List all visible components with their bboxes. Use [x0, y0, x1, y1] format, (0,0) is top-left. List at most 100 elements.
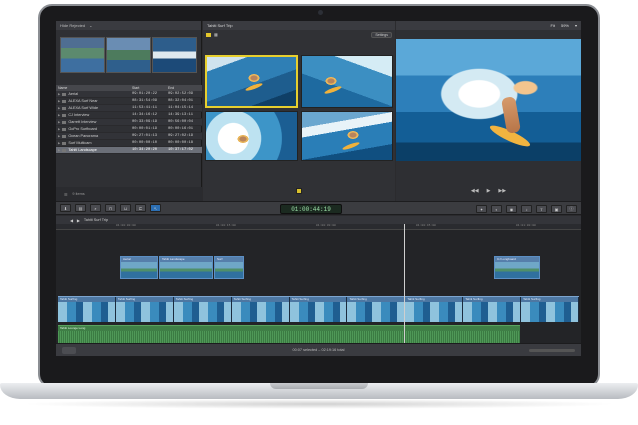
- titles-icon[interactable]: T: [536, 205, 547, 213]
- column-name[interactable]: Name: [58, 86, 132, 90]
- clip-name-cell: ▶ Ocean Panorama: [58, 134, 132, 138]
- filmstrip-frame[interactable]: [152, 37, 197, 73]
- timeline-index-button[interactable]: [62, 347, 76, 354]
- forward-icon[interactable]: ▶▶: [498, 188, 506, 194]
- clip-filmstrip: [215, 262, 243, 278]
- timecode-display[interactable]: 01:00:44:19: [280, 204, 342, 214]
- clip-filmstrip: [58, 302, 115, 322]
- filmstrip-frame[interactable]: [60, 37, 105, 73]
- clip-name: ALEXA Surf Wide: [68, 106, 99, 110]
- storyline-clip[interactable]: Tahiti Surfing: [347, 297, 406, 322]
- forward-nav-icon[interactable]: ▶: [77, 218, 80, 223]
- disclosure-triangle-icon[interactable]: ▶: [58, 120, 60, 124]
- keyword-icon[interactable]: [296, 188, 302, 194]
- zoom-slider[interactable]: [529, 349, 575, 352]
- clip-start: 10:34:20:20: [132, 148, 158, 152]
- view-options-icon[interactable]: ▾: [575, 23, 577, 28]
- ruler-tick: 01:00:00:00: [116, 224, 136, 227]
- status-text: 00:07 selected – 02:19:16 total: [292, 348, 345, 352]
- playhead[interactable]: [404, 224, 405, 343]
- disclosure-triangle-icon[interactable]: ▶: [58, 106, 60, 110]
- event-title: Tahiti Surf Trip: [207, 23, 233, 28]
- clip-thumbnail[interactable]: [300, 55, 393, 108]
- storyline-clip[interactable]: Tahiti Surfing: [58, 297, 116, 322]
- clip-name-cell: ▶ ALEXA Surf Near: [58, 99, 132, 103]
- ruler-tick: 01:00:30:00: [316, 224, 336, 227]
- storyline-clip[interactable]: Tahiti Surfing: [115, 297, 174, 322]
- storyline-clip[interactable]: Tahiti Surfing: [173, 297, 232, 322]
- clip-list-row[interactable]: ▶ Surf Multicam 00:00:00:10 00:00:00:18: [56, 140, 202, 147]
- viewer-frame[interactable]: [396, 39, 581, 161]
- disclosure-triangle-icon[interactable]: ▶: [58, 127, 60, 131]
- storyline-clip[interactable]: Tahiti Surfing: [405, 297, 464, 322]
- hide-rejected-label[interactable]: Hide Rejected: [60, 23, 85, 28]
- settings-button[interactable]: Settings: [371, 31, 392, 38]
- clip-list-row[interactable]: ▶ CJ Interview 14:34:16:12 14:39:13:11: [56, 112, 202, 119]
- primary-storyline[interactable]: Tahiti Surfing Tahiti Surfing Tahiti Surfi…: [58, 296, 579, 322]
- clip-name-cell: ▶ Garrett Interview: [58, 120, 132, 124]
- back-icon[interactable]: ◀: [70, 218, 73, 223]
- camera-icon[interactable]: ◉: [506, 205, 517, 213]
- connected-clip[interactable]: Surf: [214, 256, 244, 279]
- storyline-clip[interactable]: Tahiti Surfing: [231, 297, 290, 322]
- clip-name-cell: ▶ GoPro Surfboard: [58, 127, 132, 131]
- clip-start: 00:00:00:10: [132, 141, 158, 145]
- color-icon[interactable]: ◐: [491, 205, 502, 213]
- list-view-icon[interactable]: ☰: [64, 192, 67, 197]
- clip-list-row[interactable]: ▶ GoPro Surfboard 00:00:01:19 00:00:16:01: [56, 126, 202, 133]
- disclosure-triangle-icon[interactable]: ▶: [58, 148, 60, 152]
- laptop-shadow: [20, 399, 618, 409]
- zoom-level[interactable]: 59%: [561, 23, 569, 28]
- clip-list-row[interactable]: ▶ Tahiti Landscape 10:34:20:20 10:37:17:02: [56, 147, 202, 154]
- play-icon[interactable]: ▶: [487, 188, 491, 194]
- disclosure-triangle-icon[interactable]: ▶: [58, 113, 60, 117]
- viewer-panel: Fit 59% ▾ ◀◀ ▶ ▶▶: [396, 21, 581, 201]
- column-end[interactable]: End: [168, 86, 202, 90]
- search-icon[interactable]: ⌕: [90, 204, 101, 212]
- disclosure-triangle-icon[interactable]: ▶: [58, 99, 60, 103]
- rewind-icon[interactable]: ◀◀: [471, 188, 479, 194]
- clip-filmstrip: [347, 302, 405, 322]
- clip-list-row[interactable]: ▶ Ocean Panorama 09:27:01:13 09:27:02:19: [56, 133, 202, 140]
- connect-clip-icon[interactable]: ⊓: [105, 204, 116, 212]
- clip-thumbnail[interactable]: [300, 110, 393, 161]
- generators-icon[interactable]: ▣: [551, 205, 562, 213]
- connected-clip[interactable]: Tahiti Landscape: [159, 256, 213, 279]
- insert-clip-icon[interactable]: ⊔: [120, 204, 131, 212]
- fit-label[interactable]: Fit: [551, 23, 555, 28]
- clip-filmstrip: [115, 302, 173, 322]
- library-toggle-icon[interactable]: ▤: [75, 204, 86, 212]
- enhance-icon[interactable]: ✦: [476, 205, 487, 213]
- clip-view-icon[interactable]: ▦: [214, 32, 218, 37]
- clip-filmstrip: [231, 302, 289, 322]
- filmstrip-frame[interactable]: [106, 37, 151, 73]
- clip-filmstrip: [121, 262, 157, 278]
- append-clip-icon[interactable]: ⊏: [135, 204, 146, 212]
- disclosure-triangle-icon[interactable]: ▶: [58, 134, 60, 138]
- clip-list-row[interactable]: ▶ ALEXA Surf Wide 11:53:41:11 11:04:15:14: [56, 105, 202, 112]
- disclosure-triangle-icon[interactable]: ▶: [58, 141, 60, 145]
- clip-icon: [62, 127, 67, 131]
- storyline-clip[interactable]: Tahiti Surfing: [521, 297, 579, 322]
- filmstrip[interactable]: [60, 37, 198, 73]
- clip-thumbnail[interactable]: [205, 110, 298, 161]
- connected-clip[interactable]: CJ Longboard: [494, 256, 540, 279]
- select-tool-icon[interactable]: ↖: [150, 204, 161, 212]
- favorites-icon[interactable]: [206, 32, 211, 37]
- music-icon[interactable]: ♪: [521, 205, 532, 213]
- connected-clip[interactable]: Aerial: [120, 256, 158, 279]
- clip-list-row[interactable]: ▶ Garrett Interview 00:33:09:19 00:56:00:04: [56, 119, 202, 126]
- chevron-down-icon[interactable]: ⌄: [89, 23, 92, 28]
- clip-list-row[interactable]: ▶ Aerial 09:01:20:22 09:02:52:09: [56, 91, 202, 98]
- info-icon[interactable]: ⓘ: [566, 205, 577, 213]
- disclosure-triangle-icon[interactable]: ▶: [58, 92, 60, 96]
- clip-thumbnail[interactable]: [205, 55, 298, 108]
- storyline-clip[interactable]: Tahiti Surfing: [289, 297, 348, 322]
- audio-clip[interactable]: Tahiti Lounge Long: [58, 325, 520, 343]
- clip-list-row[interactable]: ▶ ALEXA Surf Near 08:31:54:09 08:32:04:01: [56, 98, 202, 105]
- column-start[interactable]: Start: [132, 86, 168, 90]
- clip-end: 00:56:00:04: [168, 120, 194, 124]
- storyline-clip[interactable]: Tahiti Surfing: [463, 297, 522, 322]
- timeline-area[interactable]: Aerial Tahiti Landscape Surf CJ Longboar…: [56, 230, 581, 343]
- import-icon[interactable]: ⬇: [60, 204, 71, 212]
